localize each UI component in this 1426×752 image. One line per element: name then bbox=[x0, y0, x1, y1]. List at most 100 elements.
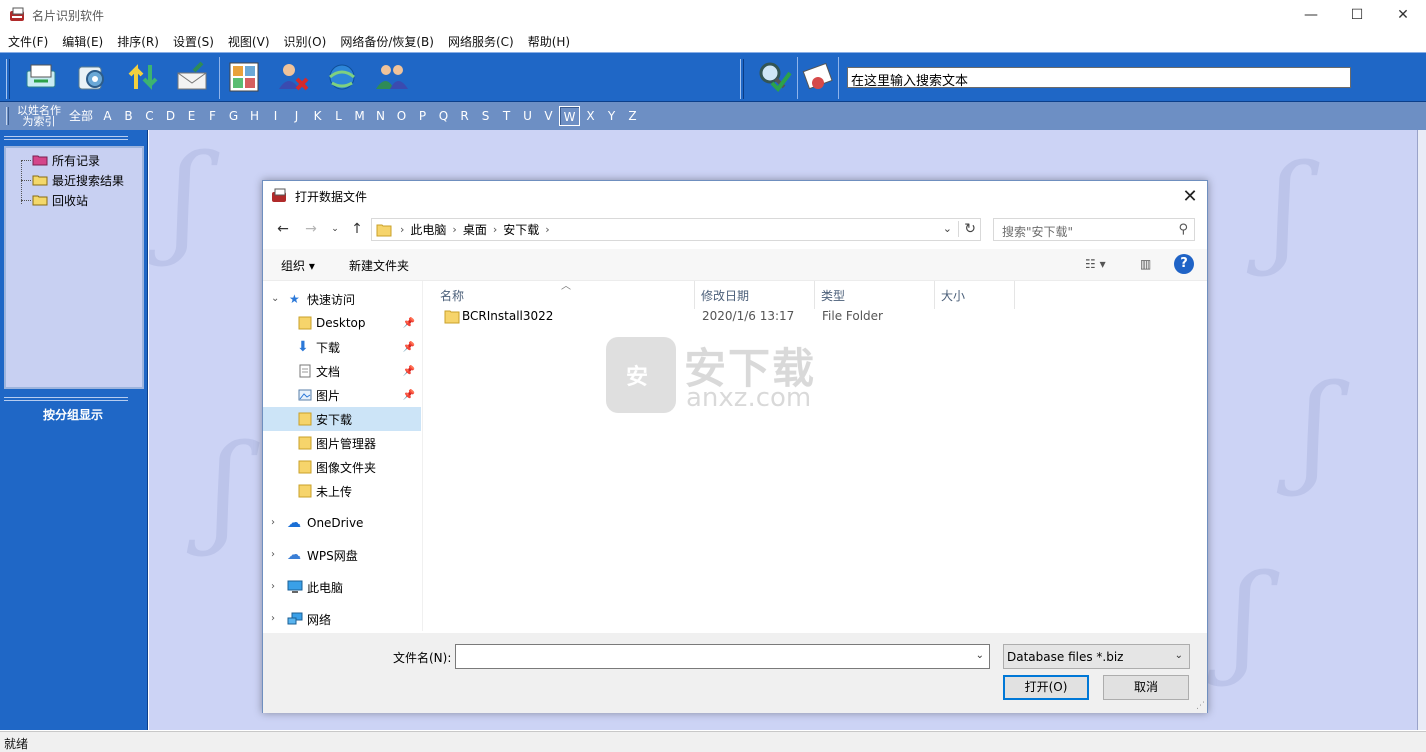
alpha-h[interactable]: H bbox=[244, 106, 265, 126]
alpha-x[interactable]: X bbox=[580, 106, 601, 126]
alpha-o[interactable]: O bbox=[391, 106, 412, 126]
column-divider[interactable] bbox=[1014, 281, 1015, 309]
alpha-a[interactable]: A bbox=[97, 106, 118, 126]
column-divider[interactable] bbox=[934, 281, 935, 309]
email-button[interactable] bbox=[172, 57, 212, 97]
preview-pane-icon[interactable]: ▥ bbox=[1140, 257, 1151, 271]
alpha-d[interactable]: D bbox=[160, 106, 181, 126]
alpha-l[interactable]: L bbox=[328, 106, 349, 126]
alpha-j[interactable]: J bbox=[286, 106, 307, 126]
nav-item-image-folder[interactable]: 图像文件夹 bbox=[263, 455, 421, 479]
vertical-scrollbar[interactable] bbox=[1417, 130, 1426, 730]
close-button[interactable]: ✕ bbox=[1380, 0, 1426, 30]
pin-icon[interactable]: 📌 bbox=[403, 366, 415, 377]
alpha-all[interactable]: 全部 bbox=[65, 106, 97, 126]
alpha-r[interactable]: R bbox=[454, 106, 475, 126]
view-options-icon[interactable]: ☷ ▾ bbox=[1085, 257, 1106, 271]
resize-grip-icon[interactable]: ⋰ bbox=[1196, 701, 1205, 711]
alpha-u[interactable]: U bbox=[517, 106, 538, 126]
recent-locations-button[interactable]: ⌄ bbox=[325, 219, 345, 239]
column-modified[interactable]: 修改日期 bbox=[701, 287, 749, 304]
menu-settings[interactable]: 设置(S) bbox=[173, 33, 214, 50]
layout-button[interactable] bbox=[224, 57, 264, 97]
menu-view[interactable]: 视图(V) bbox=[228, 33, 270, 50]
breadcrumb-desktop[interactable]: 桌面 bbox=[463, 221, 487, 238]
nav-item-desktop[interactable]: Desktop 📌 bbox=[263, 311, 421, 335]
menu-recognize[interactable]: 识别(O) bbox=[284, 33, 327, 50]
menu-sort[interactable]: 排序(R) bbox=[117, 33, 159, 50]
up-button[interactable]: ↑ bbox=[347, 219, 367, 239]
nav-item-documents[interactable]: 文档 📌 bbox=[263, 359, 421, 383]
alpha-k[interactable]: K bbox=[307, 106, 328, 126]
minimize-button[interactable]: — bbox=[1288, 0, 1334, 30]
cancel-button[interactable]: 取消 bbox=[1103, 675, 1189, 700]
search-check-button[interactable] bbox=[754, 57, 794, 97]
alpha-q[interactable]: Q bbox=[433, 106, 454, 126]
new-folder-button[interactable]: 新建文件夹 bbox=[349, 257, 409, 274]
column-divider[interactable] bbox=[694, 281, 695, 309]
nav-this-pc[interactable]: › 此电脑 bbox=[263, 575, 421, 599]
menu-backup[interactable]: 网络备份/恢复(B) bbox=[340, 33, 434, 50]
address-bar[interactable]: › 此电脑 › 桌面 › 安下载 › ⌄ ↻ bbox=[371, 218, 981, 241]
sort-button[interactable] bbox=[124, 57, 164, 97]
alpha-w[interactable]: W bbox=[559, 106, 580, 126]
vcard-button[interactable] bbox=[798, 57, 838, 97]
column-type[interactable]: 类型 bbox=[821, 287, 845, 304]
alpha-y[interactable]: Y bbox=[601, 106, 622, 126]
breadcrumb-this-pc[interactable]: 此电脑 bbox=[410, 221, 446, 238]
dialog-close-button[interactable]: ✕ bbox=[1179, 185, 1201, 207]
nav-network[interactable]: › 网络 bbox=[263, 607, 421, 631]
menu-help[interactable]: 帮助(H) bbox=[528, 33, 570, 50]
breadcrumb-folder[interactable]: 安下载 bbox=[503, 221, 539, 238]
menu-file[interactable]: 文件(F) bbox=[8, 33, 48, 50]
folder-search-input[interactable]: 搜索"安下载" ⚲ bbox=[993, 218, 1195, 241]
contacts-button[interactable] bbox=[372, 57, 412, 97]
alpha-i[interactable]: I bbox=[265, 106, 286, 126]
alpha-e[interactable]: E bbox=[181, 106, 202, 126]
delete-contact-button[interactable] bbox=[273, 57, 313, 97]
open-button[interactable]: 打开(O) bbox=[1003, 675, 1089, 700]
address-dropdown-icon[interactable]: ⌄ bbox=[943, 222, 952, 235]
back-button[interactable]: ← bbox=[273, 219, 293, 239]
column-name[interactable]: 名称 bbox=[440, 287, 464, 304]
alpha-s[interactable]: S bbox=[475, 106, 496, 126]
pin-icon[interactable]: 📌 bbox=[403, 342, 415, 353]
menu-edit[interactable]: 编辑(E) bbox=[62, 33, 103, 50]
alpha-c[interactable]: C bbox=[139, 106, 160, 126]
nav-quick-access[interactable]: ⌄ ★ 快速访问 bbox=[263, 287, 421, 311]
filename-input[interactable]: ⌄ bbox=[455, 644, 990, 669]
forward-button[interactable]: → bbox=[301, 219, 321, 239]
camera-button[interactable] bbox=[73, 57, 113, 97]
column-divider[interactable] bbox=[814, 281, 815, 309]
maximize-button[interactable]: ☐ bbox=[1334, 0, 1380, 30]
tree-item-recycle-bin[interactable]: 回收站 bbox=[32, 191, 88, 209]
nav-item-anxiazai[interactable]: 安下载 bbox=[263, 407, 421, 431]
alpha-g[interactable]: G bbox=[223, 106, 244, 126]
scan-card-button[interactable] bbox=[22, 57, 62, 97]
menu-network[interactable]: 网络服务(C) bbox=[448, 33, 514, 50]
alpha-t[interactable]: T bbox=[496, 106, 517, 126]
nav-item-pictures[interactable]: 图片 📌 bbox=[263, 383, 421, 407]
pin-icon[interactable]: 📌 bbox=[403, 390, 415, 401]
network-button[interactable] bbox=[322, 57, 362, 97]
alpha-m[interactable]: M bbox=[349, 106, 370, 126]
alpha-b[interactable]: B bbox=[118, 106, 139, 126]
alpha-z[interactable]: Z bbox=[622, 106, 643, 126]
toolbar-grip-2[interactable] bbox=[740, 59, 744, 99]
pin-icon[interactable]: 📌 bbox=[403, 318, 415, 329]
nav-wps-drive[interactable]: › ☁ WPS网盘 bbox=[263, 543, 421, 567]
column-size[interactable]: 大小 bbox=[941, 287, 965, 304]
alpha-n[interactable]: N bbox=[370, 106, 391, 126]
alpha-f[interactable]: F bbox=[202, 106, 223, 126]
alphabet-bar-grip[interactable] bbox=[6, 107, 9, 125]
organize-button[interactable]: 组织 ▾ bbox=[281, 257, 315, 274]
tree-item-recent-search[interactable]: 最近搜索结果 bbox=[32, 171, 124, 189]
toolbar-grip[interactable] bbox=[6, 59, 10, 99]
nav-item-downloads[interactable]: ⬇ 下载 📌 bbox=[263, 335, 421, 359]
help-icon[interactable]: ? bbox=[1174, 254, 1194, 274]
nav-item-not-uploaded[interactable]: 未上传 bbox=[263, 479, 421, 503]
alpha-p[interactable]: P bbox=[412, 106, 433, 126]
nav-onedrive[interactable]: › ☁ OneDrive bbox=[263, 511, 421, 535]
search-input[interactable]: 在这里输入搜索文本 bbox=[847, 67, 1351, 89]
tree-item-all-records[interactable]: 所有记录 bbox=[32, 151, 100, 169]
